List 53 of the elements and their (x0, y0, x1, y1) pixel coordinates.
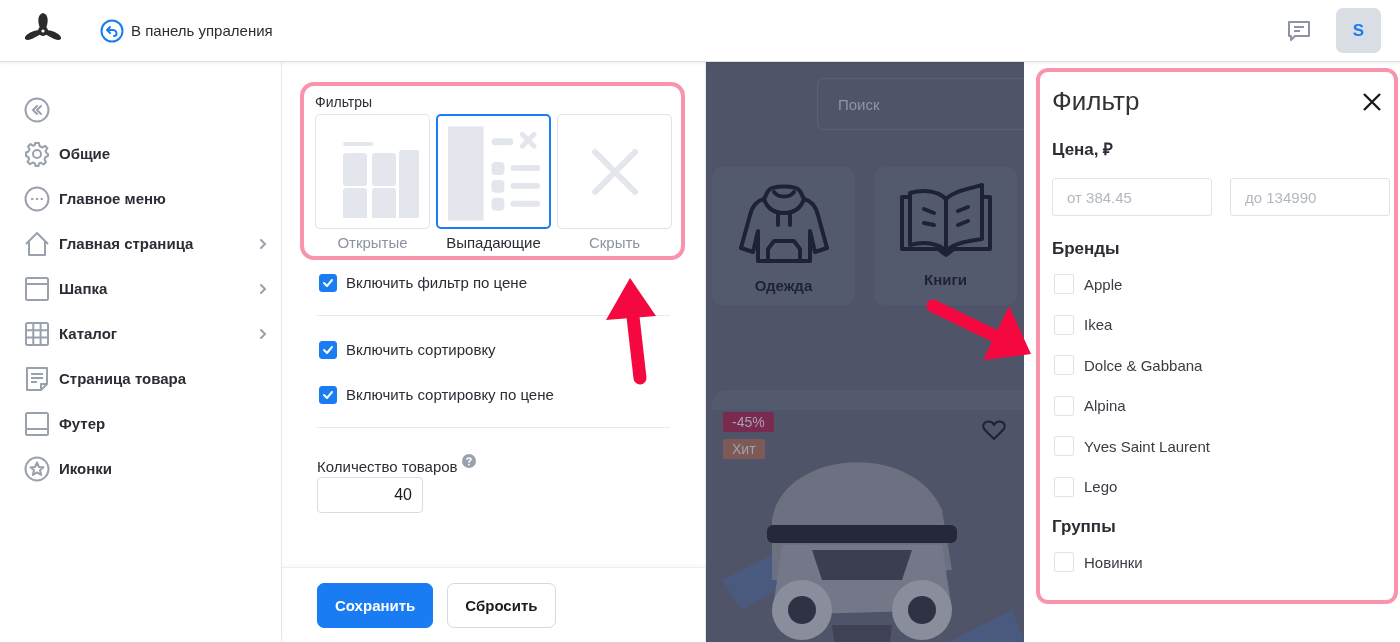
drawer-title: Фильтр (1052, 86, 1140, 117)
filter-checkbox[interactable]: Новинки (1052, 542, 1382, 583)
cross-icon (590, 147, 639, 196)
sidebar-item[interactable]: Главное меню (24, 176, 281, 221)
product-badge: -45% (723, 412, 774, 432)
sidebar-item[interactable]: Страница товара (24, 356, 281, 401)
price-to-field[interactable]: до 134990 (1230, 178, 1390, 216)
sidebar-item[interactable]: Общие (24, 131, 281, 176)
filters-label: Фильтры (315, 94, 374, 110)
filter-checkbox[interactable]: Yves Saint Laurent (1052, 426, 1382, 467)
section-title: Цена, ₽ (1052, 139, 1115, 160)
open-book-icon (899, 183, 992, 259)
back-link[interactable]: В панель упраления (100, 18, 273, 43)
chevron-icon (259, 237, 267, 250)
check-icon (322, 343, 334, 356)
product-badge: Хит (723, 439, 765, 459)
hoodie-icon (737, 183, 830, 265)
option-checkbox[interactable]: Включить сортировку по цене (317, 372, 670, 417)
filter-checkbox[interactable]: Apple (1052, 264, 1382, 305)
collapse-icon[interactable] (24, 97, 50, 123)
price-from-field[interactable]: от 384.45 (1052, 178, 1212, 216)
sidebar-item[interactable]: Каталог (24, 311, 281, 356)
option-checkbox[interactable]: Включить фильтр по цене (317, 260, 670, 305)
save-button[interactable]: Сохранить (317, 582, 434, 628)
filter-checkbox[interactable]: Alpina (1052, 385, 1382, 426)
chevron-icon (259, 282, 267, 295)
product-card[interactable]: -45% Хит (712, 390, 1024, 642)
page-icon (24, 365, 50, 392)
footer-icon (24, 410, 50, 437)
section-title: Группы (1052, 517, 1117, 537)
check-icon (322, 388, 334, 401)
quantity-label: Количество товаров (317, 458, 458, 475)
close-icon[interactable] (1362, 91, 1382, 112)
filter-checkbox[interactable]: Ikea (1052, 304, 1382, 345)
sidebar-item[interactable]: Футер (24, 401, 281, 446)
heart-icon[interactable] (982, 419, 1006, 441)
grid-icon (24, 320, 50, 347)
home-icon (24, 230, 50, 257)
option-checkbox[interactable]: Включить сортировку (317, 327, 670, 372)
help-icon[interactable] (461, 454, 476, 468)
filter-checkbox[interactable]: Lego (1052, 466, 1382, 507)
quantity-field[interactable]: 40 (317, 477, 423, 513)
sidebar-item[interactable]: Иконки (24, 446, 281, 491)
section-title: Бренды (1052, 239, 1121, 259)
dots-icon (24, 185, 50, 212)
sidebar-item[interactable]: Главная страница (24, 221, 281, 266)
filter-checkbox[interactable]: Dolce & Gabbana (1052, 345, 1382, 386)
window-icon (24, 275, 50, 302)
reset-button[interactable]: Сбросить (447, 582, 556, 628)
check-icon (322, 276, 334, 289)
gear-icon (24, 140, 50, 167)
chevron-icon (259, 327, 267, 340)
sidebar-item[interactable]: Шапка (24, 266, 281, 311)
